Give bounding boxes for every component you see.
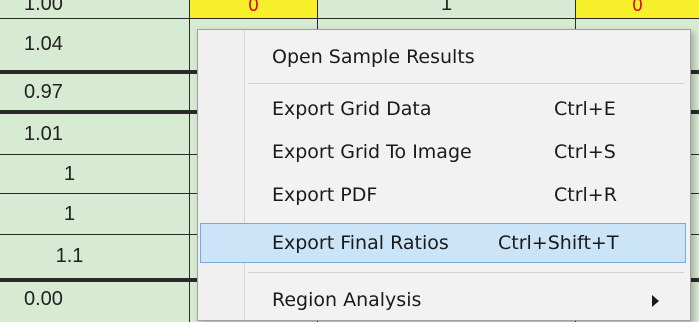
- menu-item-export-grid-data[interactable]: Export Grid Data Ctrl+E: [200, 89, 686, 129]
- context-menu[interactable]: Open Sample Results Export Grid Data Ctr…: [197, 29, 691, 321]
- grid-cell-value: 0: [632, 0, 643, 15]
- grid-cell[interactable]: 1.04: [0, 19, 190, 70]
- table-row[interactable]: 1.00 0 1 0: [0, 0, 699, 18]
- menu-item-label: Export Final Ratios: [272, 232, 449, 254]
- menu-item-shortcut: Ctrl+Shift+T: [498, 232, 619, 254]
- submenu-arrow-icon: [652, 295, 659, 307]
- menu-item-export-pdf[interactable]: Export PDF Ctrl+R: [200, 175, 686, 215]
- menu-item-shortcut: Ctrl+E: [554, 98, 616, 120]
- menu-item-label: Export PDF: [272, 184, 378, 206]
- menu-item-label: Open Sample Results: [272, 46, 475, 68]
- menu-item-label: Export Grid To Image: [272, 141, 472, 163]
- grid-cell[interactable]: 0.97: [0, 74, 190, 110]
- menu-separator: [248, 83, 684, 84]
- menu-item-shortcut: Ctrl+S: [554, 141, 616, 163]
- menu-separator: [248, 272, 684, 273]
- grid-cell[interactable]: 1.00: [0, 0, 190, 18]
- grid-cell[interactable]: 1.1: [0, 235, 190, 278]
- menu-item-export-grid-to-image[interactable]: Export Grid To Image Ctrl+S: [200, 132, 686, 172]
- grid-cell[interactable]: 0.00: [0, 282, 190, 322]
- grid-cell[interactable]: 1: [0, 155, 190, 193]
- menu-item-region-analysis[interactable]: Region Analysis: [200, 280, 686, 320]
- menu-item-open-sample-results[interactable]: Open Sample Results: [200, 37, 686, 77]
- grid-cell[interactable]: 0: [190, 0, 318, 18]
- grid-cell[interactable]: 1: [318, 0, 576, 18]
- menu-item-label: Export Grid Data: [272, 98, 432, 120]
- grid-cell[interactable]: 0: [576, 0, 699, 18]
- grid-cell[interactable]: 1: [0, 194, 190, 234]
- menu-item-label: Region Analysis: [272, 289, 422, 311]
- grid-cell-value: 0: [248, 0, 259, 15]
- menu-item-export-final-ratios[interactable]: Export Final Ratios Ctrl+Shift+T: [200, 223, 686, 263]
- grid-cell[interactable]: 1.01: [0, 114, 190, 154]
- menu-item-shortcut: Ctrl+R: [554, 184, 617, 206]
